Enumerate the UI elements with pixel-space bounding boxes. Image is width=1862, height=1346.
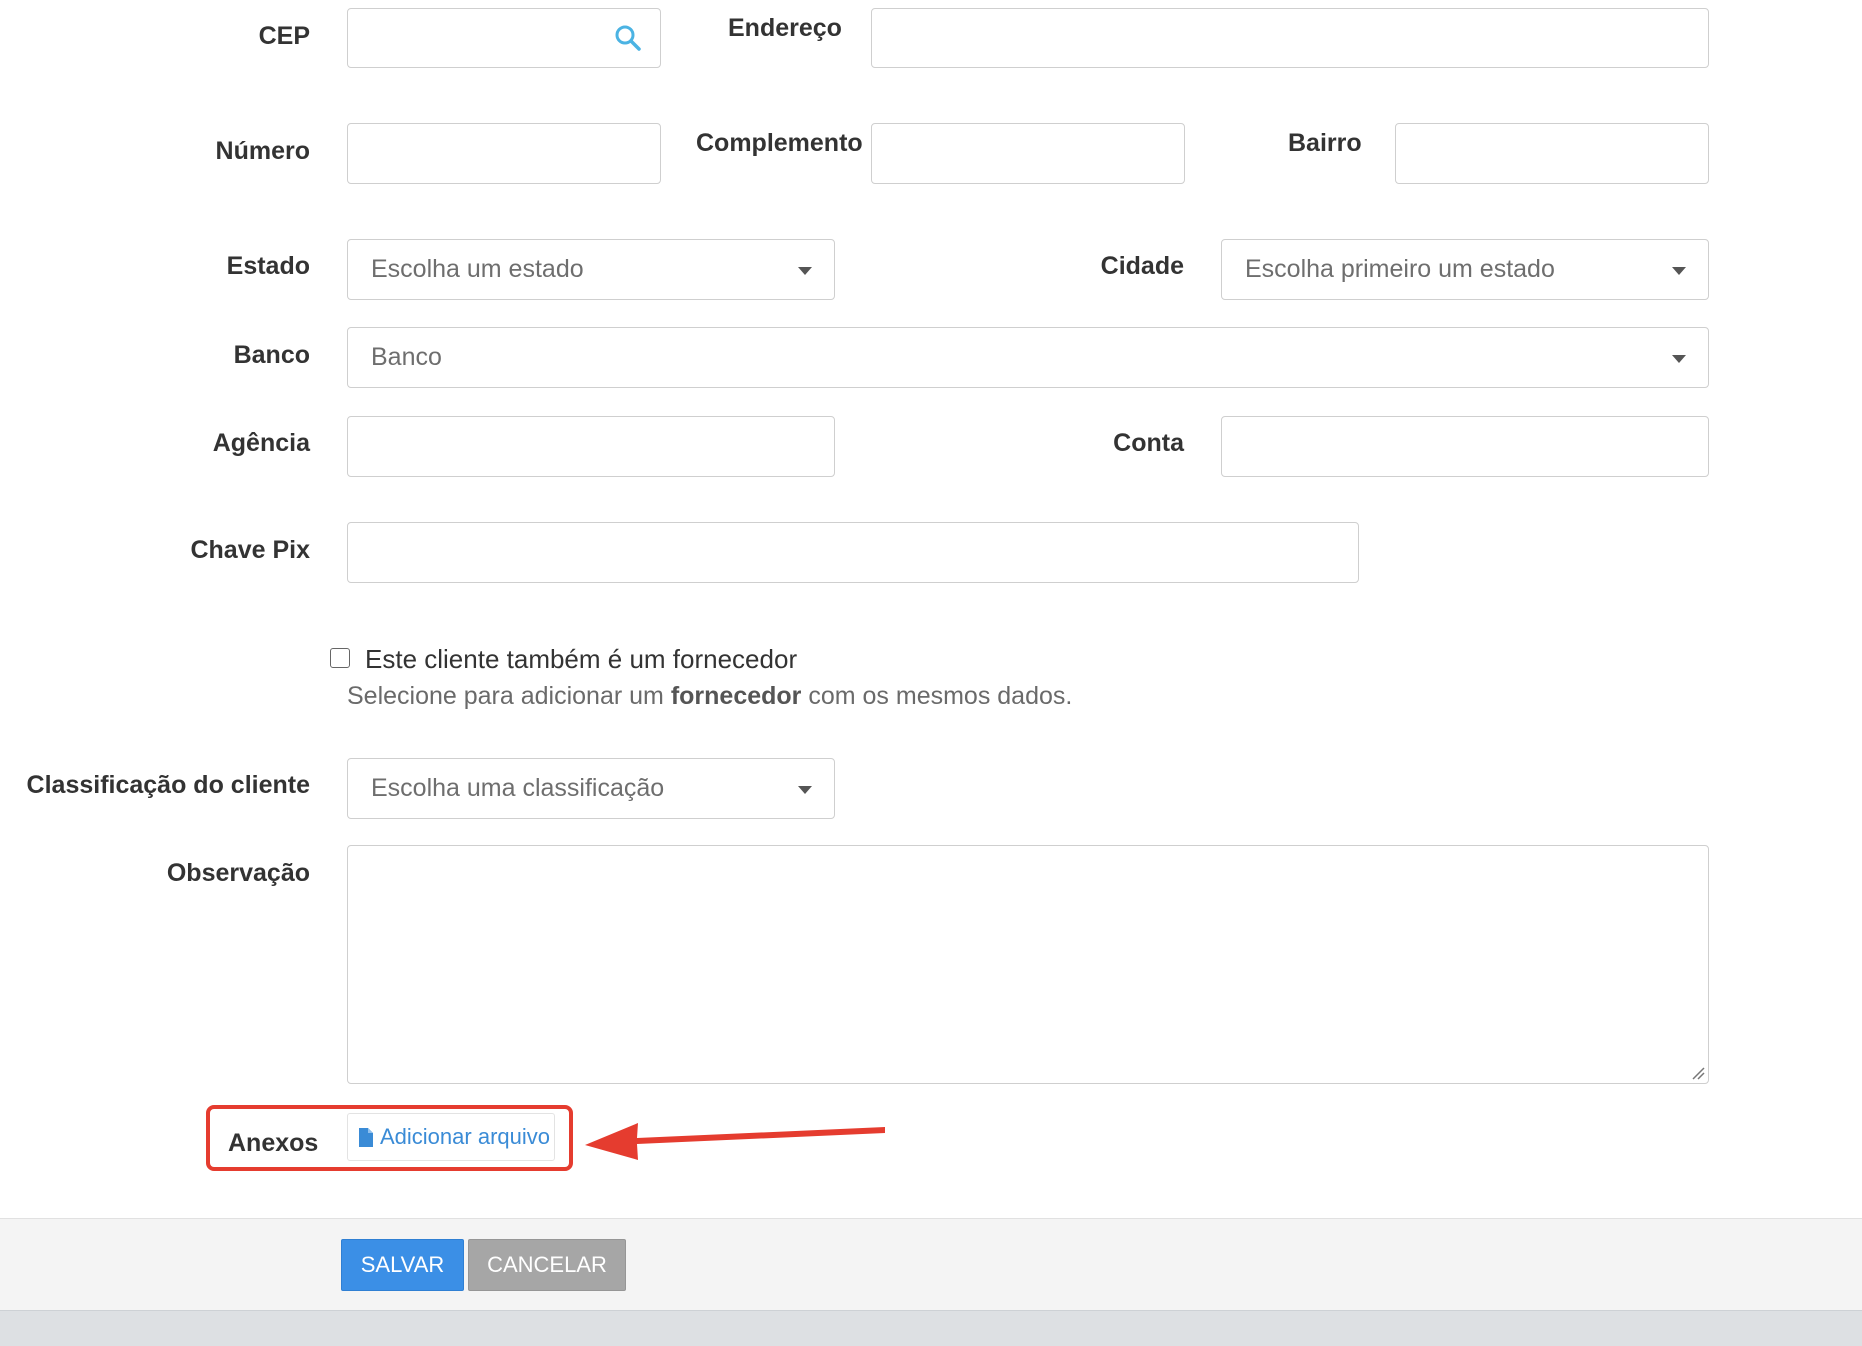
banco-label: Banco bbox=[233, 341, 310, 369]
form-footer bbox=[0, 1218, 1862, 1310]
cep-label: CEP bbox=[258, 22, 310, 50]
save-button[interactable]: SALVAR bbox=[341, 1239, 464, 1291]
chave-pix-field[interactable] bbox=[347, 522, 1359, 583]
cidade-label: Cidade bbox=[1100, 252, 1184, 280]
bottom-bar bbox=[0, 1310, 1862, 1346]
help-suffix: com os mesmos dados. bbox=[801, 682, 1073, 710]
add-file-label: Adicionar arquivo bbox=[380, 1124, 550, 1149]
fornecedor-checkbox-label[interactable]: Este cliente também é um fornecedor bbox=[365, 643, 797, 675]
conta-field[interactable] bbox=[1221, 416, 1709, 477]
search-icon[interactable] bbox=[614, 24, 642, 52]
help-prefix: Selecione para adicionar um bbox=[347, 682, 671, 710]
red-arrow-annotation bbox=[585, 1123, 885, 1160]
help-bold: fornecedor bbox=[670, 682, 802, 710]
bairro-label: Bairro bbox=[1288, 129, 1362, 157]
cidade-select[interactable]: Escolha primeiro um estado bbox=[1221, 239, 1709, 300]
banco-selected: Banco bbox=[371, 343, 442, 371]
classificacao-selected: Escolha uma classificação bbox=[371, 774, 665, 802]
chevron-down-icon bbox=[1672, 354, 1686, 363]
complemento-field[interactable] bbox=[871, 123, 1185, 184]
chevron-down-icon bbox=[798, 785, 812, 794]
numero-field[interactable] bbox=[347, 123, 661, 184]
resize-handle-icon[interactable] bbox=[1691, 1066, 1705, 1080]
observacao-label: Observação bbox=[166, 859, 310, 887]
chevron-down-icon bbox=[798, 266, 812, 275]
estado-label: Estado bbox=[226, 252, 310, 280]
chevron-down-icon bbox=[1672, 266, 1686, 275]
cancel-button[interactable]: CANCELAR bbox=[468, 1239, 626, 1291]
numero-label: Número bbox=[215, 137, 310, 165]
agencia-field[interactable] bbox=[347, 416, 835, 477]
file-icon bbox=[359, 1127, 373, 1147]
chave-pix-label: Chave Pix bbox=[190, 536, 310, 564]
agencia-label: Agência bbox=[212, 429, 310, 457]
fornecedor-checkbox[interactable] bbox=[330, 648, 350, 668]
classificacao-select[interactable]: Escolha uma classificação bbox=[347, 758, 835, 819]
cep-field[interactable] bbox=[347, 8, 661, 68]
classificacao-label: Classificação do cliente bbox=[26, 771, 310, 799]
cidade-selected: Escolha primeiro um estado bbox=[1245, 255, 1555, 283]
fornecedor-help-text: Selecione para adicionar um fornecedor c… bbox=[347, 680, 1072, 712]
estado-select[interactable]: Escolha um estado bbox=[347, 239, 835, 300]
endereco-field[interactable] bbox=[871, 8, 1709, 68]
endereco-label: Endereço bbox=[728, 14, 842, 42]
bairro-field[interactable] bbox=[1395, 123, 1709, 184]
complemento-label: Complemento bbox=[696, 129, 863, 157]
anexos-label: Anexos bbox=[228, 1129, 319, 1157]
observacao-textarea[interactable] bbox=[347, 845, 1709, 1084]
add-file-button[interactable]: Adicionar arquivo bbox=[347, 1113, 555, 1161]
banco-select[interactable]: Banco bbox=[347, 327, 1709, 388]
conta-label: Conta bbox=[1113, 429, 1184, 457]
estado-selected: Escolha um estado bbox=[371, 255, 584, 283]
